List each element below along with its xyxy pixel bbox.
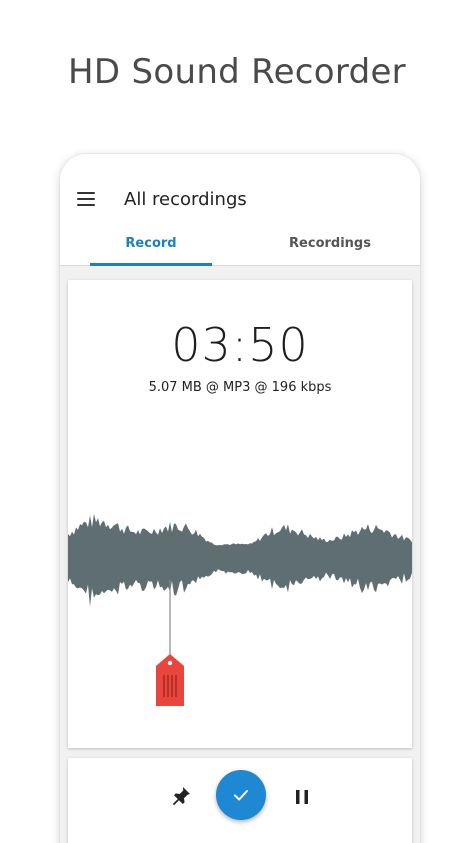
file-info: 5.07 MB @ MP3 @ 196 kbps	[148, 380, 332, 395]
menu-icon[interactable]	[77, 192, 95, 206]
tab-recordings[interactable]: Recordings	[270, 236, 390, 251]
waveform	[68, 514, 412, 607]
record-card: 03:50 5.07 MB @ MP3 @ 196 kbps	[68, 280, 412, 748]
pause-icon[interactable]	[290, 785, 314, 809]
phone-frame: All recordings Record Recordings 03:50 5…	[60, 154, 420, 843]
active-tab-indicator	[90, 263, 212, 266]
bookmark-tag-icon[interactable]	[153, 580, 187, 710]
pin-icon[interactable]	[169, 784, 193, 808]
app-bar: All recordings Record Recordings	[60, 154, 420, 266]
controls-card	[68, 758, 412, 843]
recording-timer: 03:50	[171, 318, 309, 372]
tab-record[interactable]: Record	[90, 236, 212, 251]
app-bar-title: All recordings	[124, 189, 247, 210]
done-button[interactable]	[216, 770, 266, 820]
check-icon	[234, 790, 248, 801]
waveform-shape	[68, 514, 412, 607]
promo-title: HD Sound Recorder	[68, 52, 406, 92]
